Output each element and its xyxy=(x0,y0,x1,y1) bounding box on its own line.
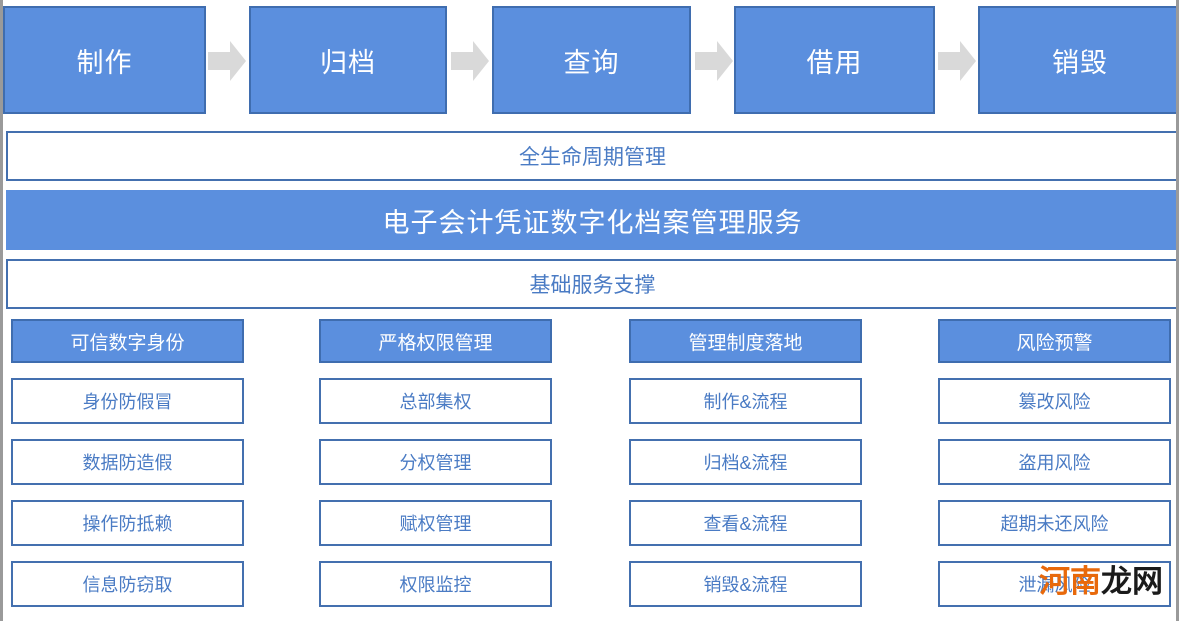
lifecycle-management-bar: 全生命周期管理 xyxy=(6,131,1176,181)
pillar-title-2[interactable]: 严格权限管理 xyxy=(319,319,552,363)
main-service-title-bar: 电子会计凭证数字化档案管理服务 xyxy=(6,190,1176,250)
right-arrow-icon xyxy=(204,38,248,84)
pillar-title-3[interactable]: 管理制度落地 xyxy=(629,319,862,363)
stage-box-1[interactable]: 制作 xyxy=(3,6,206,114)
pillar-column-3: 管理制度落地 制作&流程 归档&流程 查看&流程 销毁&流程 xyxy=(629,319,862,621)
pillar-title-1[interactable]: 可信数字身份 xyxy=(11,319,244,363)
pillar-item[interactable]: 查看&流程 xyxy=(629,500,862,546)
basic-service-support-bar: 基础服务支撑 xyxy=(6,259,1176,309)
pillar-item[interactable]: 身份防假冒 xyxy=(11,378,244,424)
pillar-item[interactable]: 泄漏风险 xyxy=(938,561,1171,607)
right-arrow-icon xyxy=(691,38,735,84)
pillar-item[interactable]: 超期未还风险 xyxy=(938,500,1171,546)
pillar-item[interactable]: 权限监控 xyxy=(319,561,552,607)
stage-box-5[interactable]: 销毁 xyxy=(978,6,1176,114)
lifecycle-flow-row: 制作 归档 查询 借用 销毁 xyxy=(3,6,1176,114)
pillar-column-4: 风险预警 篡改风险 盗用风险 超期未还风险 泄漏风险 xyxy=(938,319,1171,621)
pillar-item[interactable]: 篡改风险 xyxy=(938,378,1171,424)
pillars-row: 可信数字身份 身份防假冒 数据防造假 操作防抵赖 信息防窃取 严格权限管理 总部… xyxy=(3,319,1176,621)
pillar-column-1: 可信数字身份 身份防假冒 数据防造假 操作防抵赖 信息防窃取 xyxy=(11,319,244,621)
pillar-item[interactable]: 总部集权 xyxy=(319,378,552,424)
right-arrow-icon xyxy=(447,38,491,84)
pillar-title-4[interactable]: 风险预警 xyxy=(938,319,1171,363)
stage-box-3[interactable]: 查询 xyxy=(492,6,691,114)
pillar-item[interactable]: 制作&流程 xyxy=(629,378,862,424)
right-arrow-icon xyxy=(934,38,978,84)
pillar-item[interactable]: 分权管理 xyxy=(319,439,552,485)
pillar-item[interactable]: 盗用风险 xyxy=(938,439,1171,485)
diagram-canvas: 制作 归档 查询 借用 销毁 全生命周期管理 电子会计凭证数字化档案管理服务 基… xyxy=(0,0,1179,621)
pillar-column-2: 严格权限管理 总部集权 分权管理 赋权管理 权限监控 xyxy=(319,319,552,621)
pillar-item[interactable]: 销毁&流程 xyxy=(629,561,862,607)
pillar-item[interactable]: 信息防窃取 xyxy=(11,561,244,607)
pillar-item[interactable]: 赋权管理 xyxy=(319,500,552,546)
pillar-item[interactable]: 操作防抵赖 xyxy=(11,500,244,546)
stage-box-4[interactable]: 借用 xyxy=(734,6,935,114)
stage-box-2[interactable]: 归档 xyxy=(249,6,447,114)
pillar-item[interactable]: 归档&流程 xyxy=(629,439,862,485)
pillar-item[interactable]: 数据防造假 xyxy=(11,439,244,485)
